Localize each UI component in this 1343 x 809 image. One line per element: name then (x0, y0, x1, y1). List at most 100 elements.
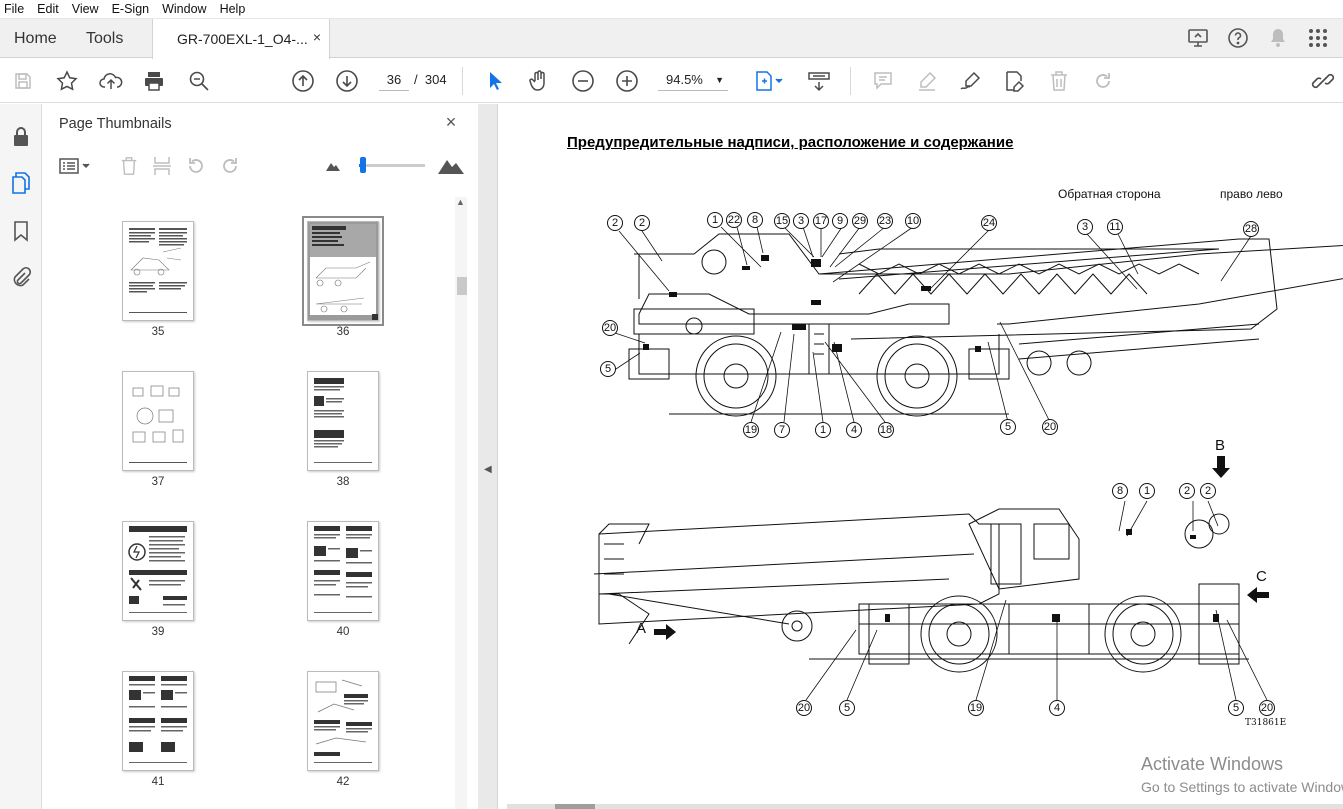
top-diagram-callout: 20 (1042, 419, 1058, 435)
thumbnail-page-41[interactable] (122, 671, 194, 771)
top-diagram-callout: 7 (774, 422, 790, 438)
page-fit-icon[interactable] (752, 68, 786, 94)
collapse-arrow-icon[interactable]: ◀ (484, 464, 492, 475)
top-diagram-callout: 20 (602, 320, 618, 336)
top-diagram-callout: 1 (815, 422, 831, 438)
thumbnail-page-40[interactable] (307, 521, 379, 621)
tab-home[interactable]: Home (14, 19, 57, 58)
page-number-input[interactable]: 36 (379, 69, 409, 91)
slider-handle[interactable] (360, 157, 366, 173)
page-separator: / (414, 72, 418, 87)
top-diagram-callout: 11 (1107, 219, 1123, 235)
zoom-search-icon[interactable] (186, 68, 212, 94)
scrollbar-thumb[interactable] (457, 277, 467, 295)
toolbar-divider (462, 67, 463, 95)
thumbnail-page-38[interactable] (307, 371, 379, 471)
highlight-pen-icon[interactable] (914, 68, 940, 94)
edit-text-icon[interactable] (1002, 68, 1028, 94)
redo-icon[interactable] (1090, 68, 1116, 94)
delete-pages-icon[interactable] (117, 154, 141, 178)
select-cursor-icon[interactable] (482, 68, 508, 94)
upload-cloud-icon[interactable] (98, 68, 124, 94)
callout-numbers: 2 2 1 22 8 15 3 17 9 29 23 10 24 3 11 28 20 5 19 7 1 4 18 5 20 8 1… (499, 104, 1343, 804)
menu-esign[interactable]: E-Sign (112, 2, 150, 16)
scroll-mode-icon[interactable] (806, 68, 832, 94)
menu-view[interactable]: View (72, 2, 99, 16)
top-diagram-callout: 8 (747, 212, 763, 228)
top-diagram-callout: 28 (1243, 221, 1259, 237)
thumbnail-scrollbar[interactable]: ▲ (455, 197, 467, 809)
top-diagram-callout: 3 (1077, 219, 1093, 235)
bottom-diagram-callout: 1 (1139, 483, 1155, 499)
bottom-diagram-callout: 8 (1112, 483, 1128, 499)
notification-bell-icon[interactable] (1265, 25, 1291, 51)
menu-help[interactable]: Help (220, 2, 246, 16)
bookmarks-icon[interactable] (8, 218, 34, 244)
menu-bar: File Edit View E-Sign Window Help (0, 0, 1343, 19)
print-icon[interactable] (141, 68, 167, 94)
zoom-in-icon[interactable] (614, 68, 640, 94)
rotate-clockwise-icon[interactable] (218, 154, 242, 178)
top-diagram-callout: 29 (852, 213, 868, 229)
page-total: / 304 (414, 69, 447, 91)
thumbnail-label: 37 (151, 476, 165, 488)
menu-file[interactable]: File (4, 2, 24, 16)
page-total-value: 304 (424, 72, 447, 87)
panel-collapse-handle[interactable]: ◀ (478, 104, 498, 809)
thumbnail-page-35[interactable] (122, 221, 194, 321)
page-thumbnails-icon[interactable] (8, 170, 34, 196)
bottom-diagram-callout: 20 (1259, 700, 1275, 716)
top-diagram-callout: 5 (1000, 419, 1016, 435)
large-thumbnails-mountain-icon[interactable] (437, 154, 465, 178)
zoom-level-value: 94.5% (666, 72, 703, 87)
help-icon[interactable] (1225, 25, 1251, 51)
document-view: Предупредительные надписи, расположение … (499, 104, 1343, 809)
delete-trash-icon[interactable] (1046, 68, 1072, 94)
scrollbar-thumb[interactable] (555, 804, 595, 809)
thumbnail-list: 35 36 37 38 39 40 41 42 (43, 199, 463, 809)
save-icon[interactable] (10, 68, 36, 94)
top-diagram-callout: 18 (878, 422, 894, 438)
small-thumbnails-mountain-icon[interactable] (321, 154, 345, 178)
tab-tools[interactable]: Tools (86, 19, 123, 58)
top-diagram-callout: 19 (743, 422, 759, 438)
panel-title: Page Thumbnails (59, 116, 172, 132)
thumbnail-label: 42 (336, 776, 350, 788)
share-screen-icon[interactable] (1185, 25, 1211, 51)
close-panel-icon[interactable]: × (441, 112, 461, 132)
thumbnail-page-37[interactable] (122, 371, 194, 471)
previous-page-icon[interactable] (290, 68, 316, 94)
lock-icon[interactable] (8, 124, 34, 150)
zoom-level-select[interactable]: 94.5% ▼ (658, 69, 728, 91)
view-label-b: B (1215, 437, 1226, 454)
share-link-icon[interactable] (1310, 68, 1336, 94)
bottom-diagram-callout: 4 (1049, 700, 1065, 716)
thumbnail-options-menu-icon[interactable] (57, 154, 93, 178)
horizontal-scrollbar[interactable] (507, 804, 1343, 809)
menu-window[interactable]: Window (162, 2, 206, 16)
menu-edit[interactable]: Edit (37, 2, 59, 16)
top-diagram-callout: 5 (600, 361, 616, 377)
left-navigation-rail (0, 104, 42, 809)
tab-document[interactable]: GR-700EXL-1_O4-... × (152, 19, 330, 59)
thumbnail-size-slider[interactable] (359, 157, 425, 173)
zoom-out-icon[interactable] (570, 68, 596, 94)
apps-grid-icon[interactable] (1305, 25, 1331, 51)
scroll-up-arrow-icon[interactable]: ▲ (456, 197, 465, 207)
attachment-paperclip-icon[interactable] (8, 264, 34, 290)
draw-signature-icon[interactable] (958, 68, 984, 94)
comment-icon[interactable] (870, 68, 896, 94)
rotate-counterclockwise-icon[interactable] (184, 154, 208, 178)
thumbnail-page-39[interactable] (122, 521, 194, 621)
top-diagram-callout: 9 (832, 213, 848, 229)
hand-tool-icon[interactable] (526, 68, 552, 94)
thumbnail-page-36[interactable] (302, 216, 384, 326)
next-page-icon[interactable] (334, 68, 360, 94)
close-tab-icon[interactable]: × (313, 29, 321, 45)
extract-pages-icon[interactable] (150, 154, 174, 178)
page-thumbnails-panel: Page Thumbnails × 35 36 37 38 39 40 41 4… (43, 104, 478, 809)
bookmark-star-icon[interactable] (54, 68, 80, 94)
thumbnail-page-42[interactable] (307, 671, 379, 771)
thumbnail-label: 41 (151, 776, 165, 788)
top-diagram-callout: 24 (981, 215, 997, 231)
